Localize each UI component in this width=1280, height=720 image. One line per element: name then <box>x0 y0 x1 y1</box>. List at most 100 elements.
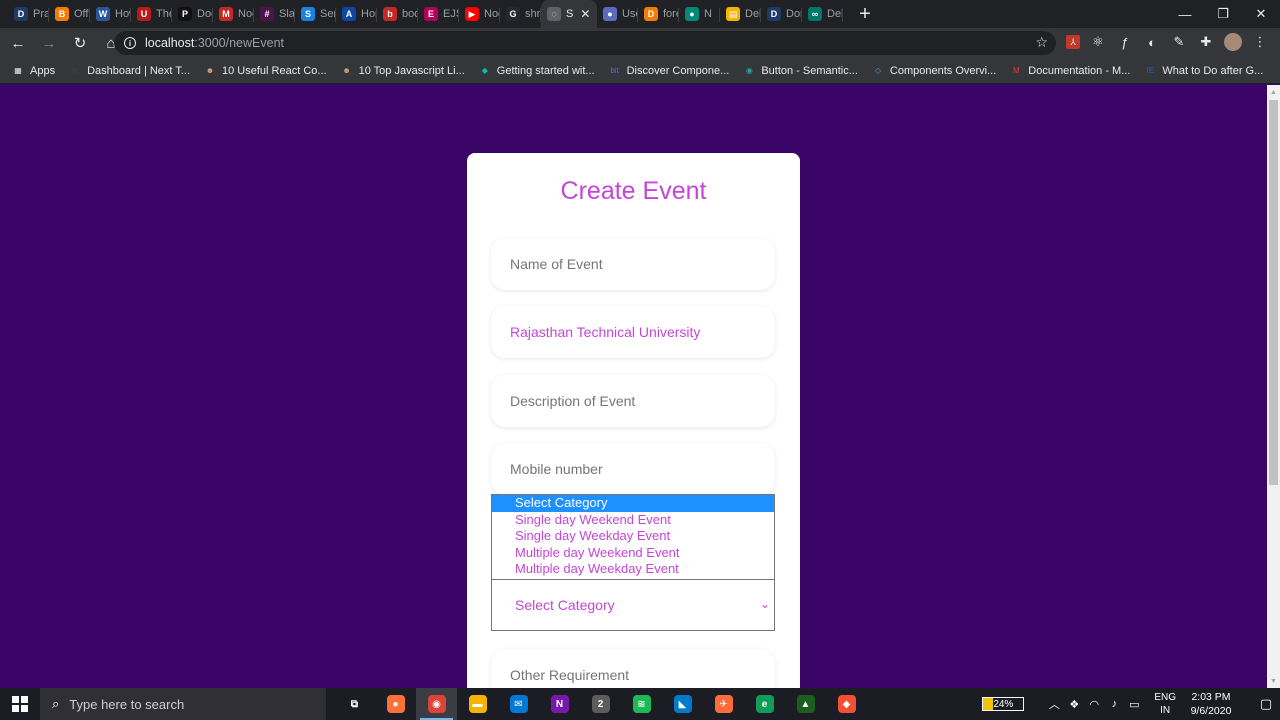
taskbar-app-app-badge[interactable]: 2 <box>580 688 621 720</box>
bookmark-label: Dashboard | Next T... <box>87 64 191 77</box>
taskbar-app-task-view[interactable]: ⧉ <box>334 688 375 720</box>
mail-icon: ✉ <box>509 695 528 713</box>
dropbox-icon[interactable]: ❖ <box>1064 698 1084 711</box>
bookmark-favicon-icon: bit <box>610 66 619 75</box>
puzzle-icon[interactable]: ✚ <box>1197 33 1215 51</box>
back-button[interactable]: ← <box>5 30 31 56</box>
bookmark-item[interactable]: ◆ Getting started wit... <box>479 65 595 77</box>
bookmark-item[interactable]: ☻ 10 Useful React Co... <box>204 65 327 77</box>
other-requirement-input[interactable]: Other Requirement <box>491 649 775 688</box>
tab[interactable]: ▤ Delh <box>720 0 761 28</box>
tab[interactable]: Gshru <box>500 0 541 28</box>
bookmark-star-icon[interactable]: ☆ <box>1035 34 1048 51</box>
tab[interactable]: U The ( <box>131 0 172 28</box>
tab[interactable]: ∞ Delh <box>802 0 843 28</box>
bookmark-item[interactable]: ◇ Components Overvi... <box>872 65 996 77</box>
maximize-button[interactable]: ❐ <box>1204 0 1242 28</box>
system-tray: 24% ︿ ❖ ◠ ♪ ▭ ENG IN 2:03 PM 9/6/2020 ▢ <box>982 688 1280 720</box>
function-icon[interactable]: ƒ <box>1116 33 1134 51</box>
bookmark-item[interactable]: M Documentation - M... <box>1010 65 1130 77</box>
scroll-up-arrow-icon[interactable]: ▲ <box>1267 85 1280 99</box>
tab[interactable]: bbody <box>377 0 418 28</box>
bookmark-item[interactable]: ▦ Apps <box>12 65 55 77</box>
scrollbar-thumb[interactable] <box>1269 100 1278 485</box>
tab[interactable]: P Docu <box>172 0 213 28</box>
bookmark-item[interactable]: bit Discover Compone... <box>609 65 729 77</box>
tab-favicon-icon: ● <box>685 7 699 21</box>
volume-icon[interactable]: ♪ <box>1104 698 1124 710</box>
tab-active[interactable]: ◌ S ✕ <box>541 0 597 28</box>
tab[interactable]: ● Use <box>597 0 638 28</box>
taskbar-app-firefox[interactable]: ● <box>375 688 416 720</box>
taskbar-app-file-explorer[interactable]: ▬ <box>457 688 498 720</box>
chevron-up-icon[interactable]: ︿ <box>1044 696 1064 712</box>
close-tab-icon[interactable]: ✕ <box>580 7 590 21</box>
tab[interactable]: W How <box>90 0 131 28</box>
taskbar-app-edge[interactable]: e <box>744 688 785 720</box>
tab[interactable]: M Nod <box>213 0 254 28</box>
react-icon[interactable]: ⚛ <box>1089 33 1107 51</box>
reload-button[interactable]: ↻ <box>67 30 93 56</box>
taskbar-app-onenote[interactable]: N <box>539 688 580 720</box>
pdf-icon[interactable]: ⅄ <box>1066 35 1080 49</box>
category-option[interactable]: Multiple day Weekend Event <box>492 545 774 562</box>
college-input[interactable]: Rajasthan Technical University <box>491 306 775 358</box>
battery-indicator[interactable]: 24% <box>982 697 1025 711</box>
tab[interactable]: S Send <box>295 0 336 28</box>
taskbar-app-postman[interactable]: ✈ <box>703 688 744 720</box>
tab[interactable]: D Prad <box>8 0 49 28</box>
language-indicator[interactable]: ENG IN <box>1154 691 1176 717</box>
circle-icon[interactable]: ◐ <box>1143 33 1161 51</box>
display-icon[interactable]: ▭ <box>1124 698 1144 711</box>
tab[interactable]: E EJS - <box>418 0 459 28</box>
taskbar-app-mail[interactable]: ✉ <box>498 688 539 720</box>
pen-icon[interactable]: ✎ <box>1170 33 1188 51</box>
tab-title: fore <box>663 8 679 20</box>
bookmark-item[interactable]: n Dashboard | Next T... <box>69 65 190 77</box>
tab[interactable]: ● N <box>679 0 720 28</box>
close-window-button[interactable]: ✕ <box>1242 0 1280 28</box>
event-name-input[interactable]: Name of Event <box>491 238 775 290</box>
avatar[interactable] <box>1224 33 1242 51</box>
new-tab-button[interactable]: + <box>851 0 879 28</box>
tab[interactable]: B Offic <box>49 0 90 28</box>
start-button[interactable] <box>0 688 40 720</box>
bookmark-item[interactable]: ☻ 10 Top Javascript Li... <box>341 65 464 77</box>
taskbar-app-chrome[interactable]: ◉ <box>416 688 457 720</box>
language-code: ENG <box>1154 692 1176 703</box>
taskbar-app-android[interactable]: ▲ <box>785 688 826 720</box>
tab[interactable]: # Slack <box>254 0 295 28</box>
page-title: Create Event <box>560 177 707 205</box>
wifi-icon[interactable]: ◠ <box>1084 698 1104 711</box>
forward-button[interactable]: → <box>36 30 62 56</box>
bookmark-label: Apps <box>30 64 56 77</box>
tab[interactable]: Dfore <box>638 0 679 28</box>
category-option[interactable]: Single day Weekend Event <box>492 512 774 529</box>
category-option[interactable]: Select Category <box>492 495 774 512</box>
mobile-number-input[interactable]: Mobile number <box>491 443 775 495</box>
category-select[interactable]: Select Category ⌄ <box>491 579 775 631</box>
tab-title: Nod <box>484 8 500 20</box>
app-badge-icon: 2 <box>591 695 610 713</box>
tab[interactable]: D Don <box>761 0 802 28</box>
notification-icon[interactable]: ▢ <box>1252 696 1280 712</box>
category-select-value: Select Category <box>515 597 615 613</box>
bookmark-item[interactable]: IE What to Do after G... <box>1144 65 1264 77</box>
scroll-down-arrow-icon[interactable]: ▼ <box>1267 674 1280 688</box>
menu-icon[interactable]: ⋮ <box>1251 33 1269 51</box>
tab[interactable]: ▶ Nod <box>459 0 500 28</box>
description-input[interactable]: Description of Event <box>491 375 775 427</box>
page-scrollbar[interactable]: ▲ ▼ <box>1267 85 1280 688</box>
system-clock[interactable]: 2:03 PM 9/6/2020 <box>1186 690 1236 718</box>
taskbar-app-git[interactable]: ◆ <box>826 688 867 720</box>
category-option[interactable]: Single day Weekday Event <box>492 528 774 545</box>
tab[interactable]: A Hom <box>336 0 377 28</box>
taskbar-app-spotify[interactable]: ≋ <box>621 688 662 720</box>
taskbar-app-vscode[interactable]: ◣ <box>662 688 703 720</box>
info-icon[interactable]: i <box>124 37 136 49</box>
category-option[interactable]: Multiple day Weekday Event <box>492 561 774 578</box>
bookmark-item[interactable]: ◉ Button - Semantic... <box>743 65 858 77</box>
minimize-button[interactable]: — <box>1166 0 1204 28</box>
taskbar-search[interactable]: ⌕ Type here to search <box>40 688 326 720</box>
address-bar[interactable]: i localhost:3000/newEvent ☆ <box>114 31 1056 55</box>
